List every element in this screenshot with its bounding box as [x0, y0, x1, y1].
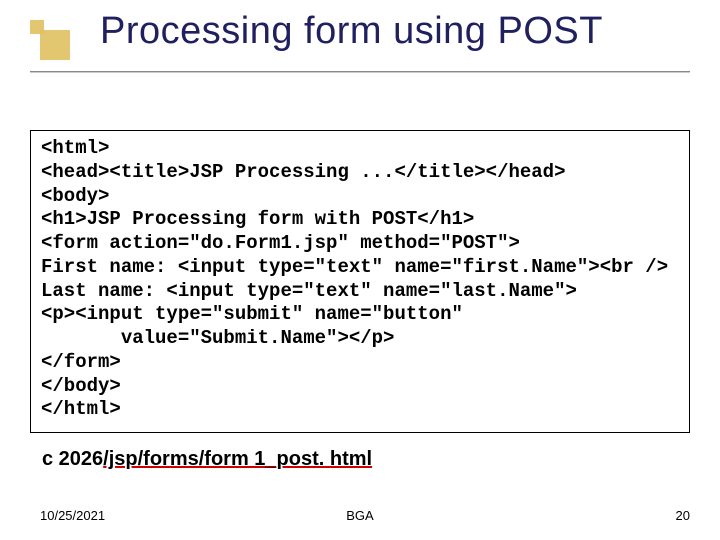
slide: Processing form using POST <html> <head>… [0, 0, 720, 540]
code-box: <html> <head><title>JSP Processing ...</… [30, 130, 690, 433]
decor-square-large [40, 30, 70, 60]
footer-page-number: 20 [676, 508, 690, 523]
slide-title: Processing form using POST [100, 10, 603, 53]
path-link: /jsp/forms/form 1_post. html [103, 448, 372, 470]
file-path: c 2026/jsp/forms/form 1_post. html [42, 448, 372, 471]
footer-center: BGA [0, 508, 720, 523]
title-underline [30, 68, 690, 72]
footer: 10/25/2021 BGA 20 [0, 508, 720, 528]
title-bullet-decor [24, 18, 68, 62]
path-prefix: c 2026 [42, 448, 103, 470]
code-content: <html> <head><title>JSP Processing ...</… [41, 137, 679, 422]
